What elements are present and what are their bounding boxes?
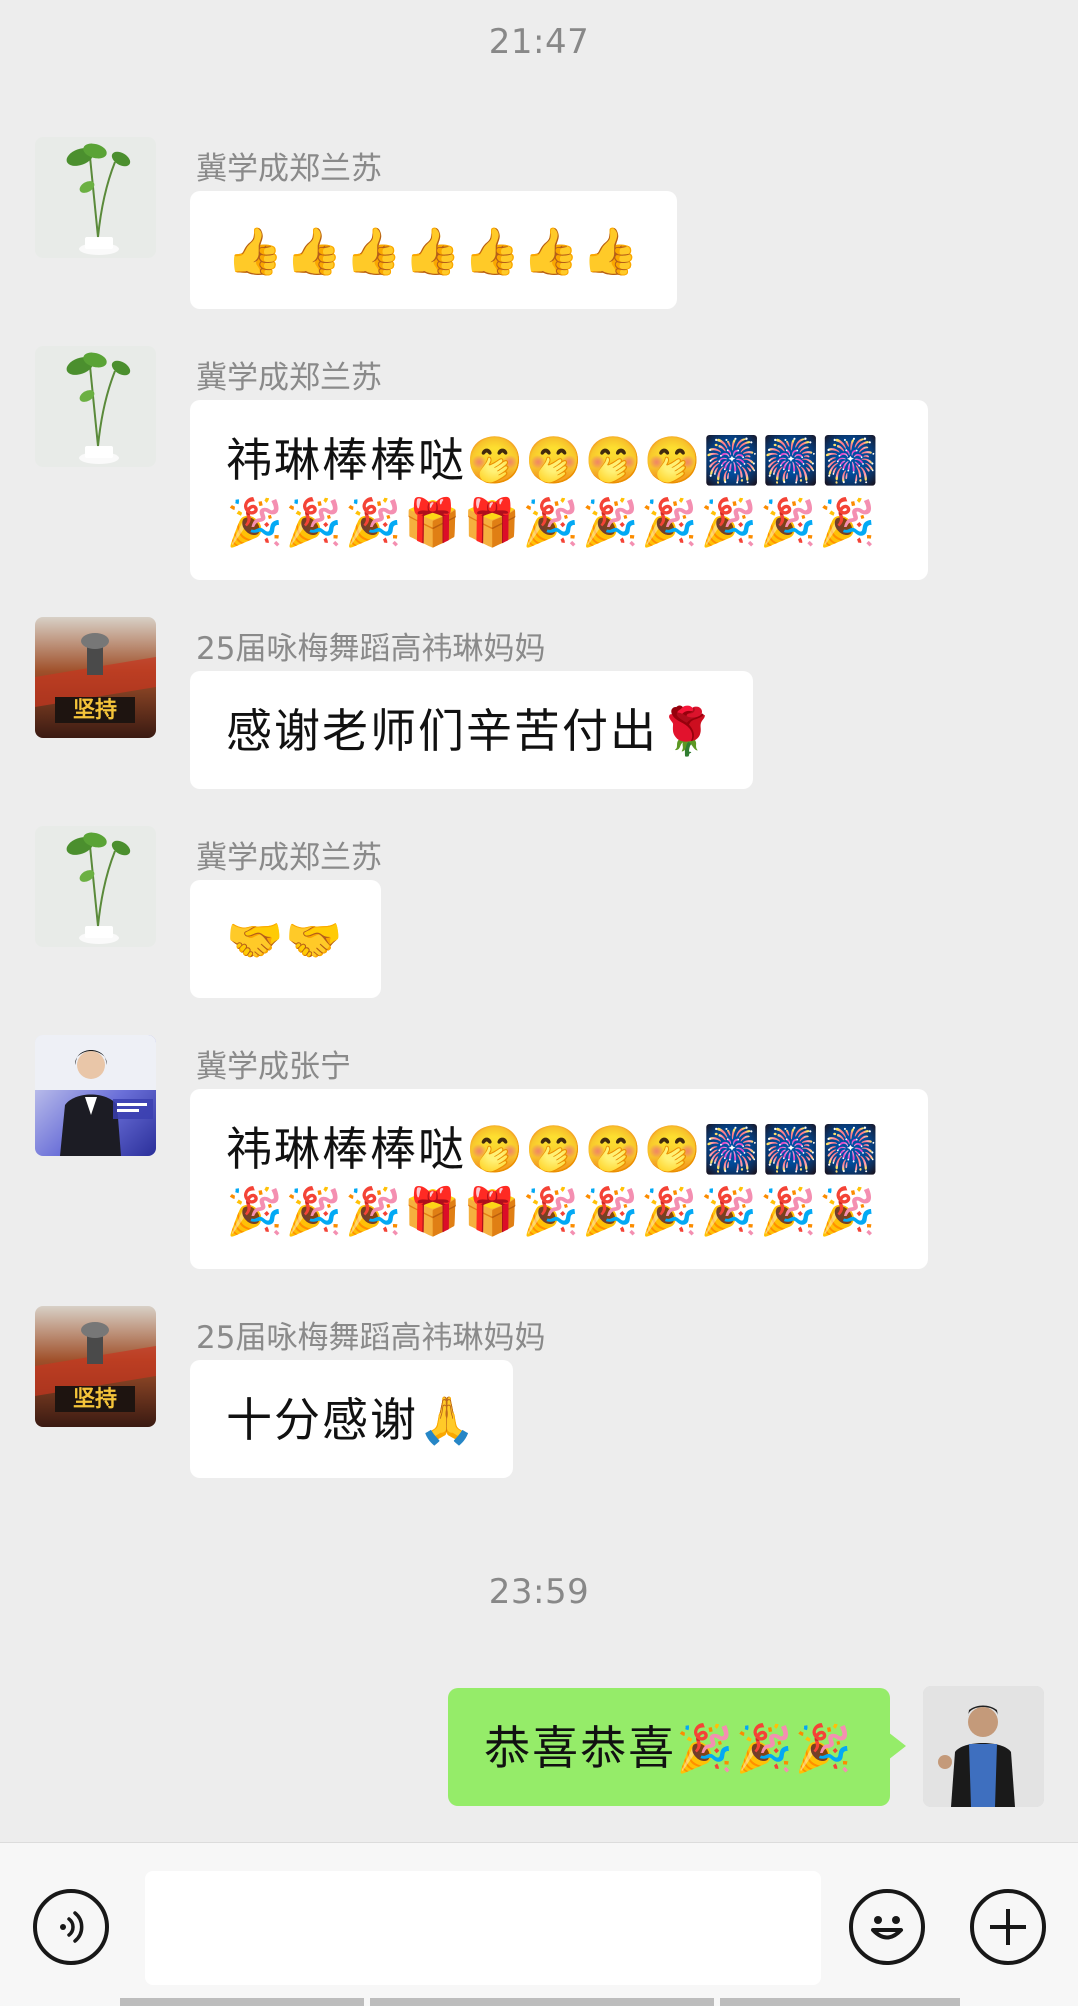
sender-name: 冀学成郑兰苏 <box>196 360 382 396</box>
avatar-text: 坚持 <box>73 698 117 723</box>
plus-button[interactable] <box>970 1889 1046 1965</box>
self-message-bubble[interactable]: 恭喜恭喜🎉🎉🎉 <box>448 1688 906 1806</box>
home-indicator <box>370 1998 714 2006</box>
message-input[interactable] <box>145 1871 821 1985</box>
input-bar <box>0 1842 1078 2006</box>
emoji-button[interactable] <box>849 1889 925 1965</box>
plus-icon <box>990 1909 1026 1945</box>
message-bubble[interactable]: 祎琳棒棒哒🤭🤭🤭🤭🎆🎆🎆🎉🎉🎉🎁🎁🎉🎉🎉🎉🎉🎉 <box>190 400 928 580</box>
message-bubble[interactable]: 祎琳棒棒哒🤭🤭🤭🤭🎆🎆🎆🎉🎉🎉🎁🎁🎉🎉🎉🎉🎉🎉 <box>190 1089 928 1269</box>
sender-name: 25届咏梅舞蹈高祎琳妈妈 <box>196 1320 546 1356</box>
avatar-person[interactable] <box>35 1035 156 1156</box>
sender-name: 冀学成张宁 <box>196 1049 351 1085</box>
avatar-plant[interactable] <box>35 137 156 258</box>
voice-button[interactable] <box>33 1889 109 1965</box>
message-bubble[interactable]: 🤝🤝 <box>190 880 381 998</box>
sender-name: 25届咏梅舞蹈高祎琳妈妈 <box>196 631 546 667</box>
timestamp: 23:59 <box>488 1572 590 1612</box>
avatar-jianchi[interactable]: 坚持 <box>35 617 156 738</box>
emoji-icon <box>871 1916 903 1940</box>
message-bubble[interactable]: 十分感谢🙏 <box>190 1360 514 1478</box>
home-indicator <box>720 1998 960 2006</box>
sender-name: 冀学成郑兰苏 <box>196 840 382 876</box>
avatar-plant[interactable] <box>35 826 156 947</box>
avatar-jianchi[interactable]: 坚持 <box>35 1306 156 1427</box>
timestamp: 21:47 <box>488 22 590 62</box>
home-indicator <box>120 1998 364 2006</box>
voice-icon <box>60 1911 84 1943</box>
avatar-plant[interactable] <box>35 346 156 467</box>
self-avatar[interactable] <box>923 1686 1044 1807</box>
chat-area[interactable]: 21:47 冀学成郑兰苏 👍👍👍👍👍👍👍 冀学成郑兰苏 祎琳棒棒哒🤭🤭🤭🤭🎆🎆🎆… <box>0 0 1078 1842</box>
message-bubble[interactable]: 感谢老师们辛苦付出🌹 <box>190 671 754 789</box>
sender-name: 冀学成郑兰苏 <box>196 151 382 187</box>
message-bubble[interactable]: 👍👍👍👍👍👍👍 <box>190 191 677 309</box>
avatar-text: 坚持 <box>73 1387 117 1412</box>
